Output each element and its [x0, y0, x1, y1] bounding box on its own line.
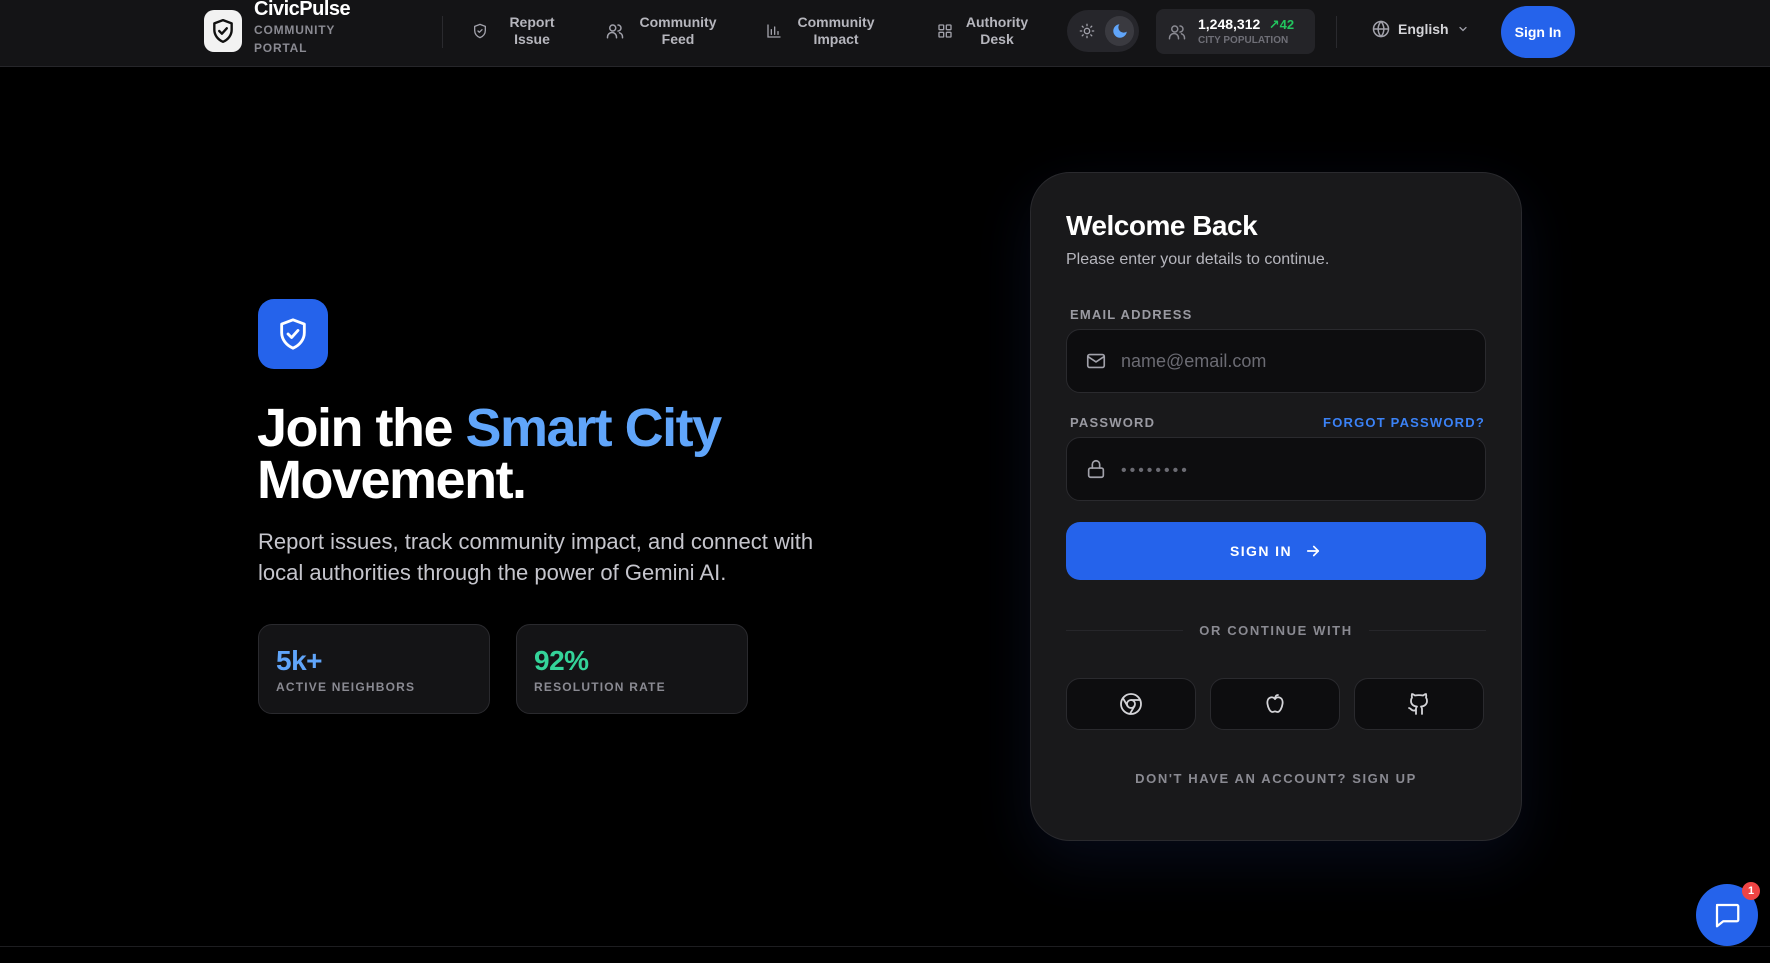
- stat-value: 92%: [534, 645, 589, 676]
- hero-shield-icon: [258, 299, 328, 369]
- hero-title-accent: Smart City: [465, 398, 723, 458]
- sun-icon[interactable]: [1072, 16, 1101, 46]
- nav-label: Report Issue: [509, 14, 555, 47]
- sign-in-label: SIGN IN: [1230, 543, 1292, 559]
- population-label: CITY POPULATION: [1198, 35, 1289, 46]
- nav-community-impact[interactable]: Community Impact: [766, 14, 878, 48]
- stat-label: RESOLUTION RATE: [534, 680, 666, 694]
- stat-label: ACTIVE NEIGHBORS: [276, 680, 416, 694]
- or-divider: OR CONTINUE WITH: [1066, 621, 1486, 639]
- password-label: PASSWORD: [1070, 415, 1156, 430]
- sign-in-nav-button[interactable]: Sign In: [1501, 6, 1575, 58]
- top-navbar: CivicPulse COMMUNITY PORTAL Report Issue…: [0, 0, 1770, 67]
- hero-title-prefix: Join the: [257, 398, 466, 458]
- email-field[interactable]: [1066, 329, 1486, 393]
- hero-description: Report issues, track community impact, a…: [258, 529, 814, 585]
- password-input[interactable]: [1121, 458, 1481, 480]
- theme-toggle[interactable]: [1067, 10, 1139, 52]
- email-label: EMAIL ADDRESS: [1070, 307, 1193, 322]
- nav-divider: [442, 16, 443, 48]
- login-card: Welcome Back Please enter your details t…: [1030, 172, 1522, 841]
- users-icon: [606, 24, 624, 39]
- chrome-login-button[interactable]: [1066, 678, 1196, 730]
- sign-up-link[interactable]: DON'T HAVE AN ACCOUNT? SIGN UP: [1031, 771, 1521, 786]
- sign-in-button[interactable]: SIGN IN: [1066, 522, 1486, 580]
- nav-label: Community Impact: [797, 14, 875, 47]
- hero-title: Join the Smart City Movement.: [257, 401, 877, 507]
- language-selector[interactable]: English: [1372, 20, 1469, 38]
- brand[interactable]: CivicPulse COMMUNITY PORTAL: [204, 0, 364, 62]
- chrome-icon: [1120, 693, 1142, 715]
- apple-icon: [1266, 694, 1284, 713]
- nav-label: Authority Desk: [965, 14, 1029, 47]
- shield-logo-icon: [204, 10, 242, 52]
- globe-icon: [1372, 20, 1390, 38]
- nav-community-feed[interactable]: Community Feed: [606, 14, 720, 48]
- forgot-password-link[interactable]: FORGOT PASSWORD?: [1323, 415, 1485, 430]
- population-value: 1,248,312: [1198, 16, 1261, 32]
- brand-subtitle: COMMUNITY PORTAL: [254, 23, 335, 55]
- nav-label: Community Feed: [639, 14, 717, 47]
- nav-report-issue[interactable]: Report Issue: [472, 14, 564, 48]
- password-field[interactable]: [1066, 437, 1486, 501]
- user-icon: [1168, 24, 1186, 39]
- login-title: Welcome Back: [1066, 210, 1258, 241]
- population-delta: ↗42: [1269, 17, 1294, 32]
- email-input[interactable]: [1121, 350, 1481, 372]
- bar-chart-icon: [767, 24, 781, 38]
- stat-value: 5k+: [276, 645, 323, 676]
- hero-title-suffix: Movement.: [257, 450, 527, 510]
- footer-divider: [0, 946, 1770, 947]
- chat-button[interactable]: 1: [1696, 882, 1760, 946]
- nav-divider: [1336, 16, 1337, 48]
- login-subtitle: Please enter your details to continue.: [1066, 251, 1330, 268]
- stat-card-resolution: 92% RESOLUTION RATE: [516, 624, 748, 714]
- population-delta-value: 42: [1279, 17, 1295, 32]
- grid-icon: [938, 24, 952, 38]
- stat-card-neighbors: 5k+ ACTIVE NEIGHBORS: [258, 624, 490, 714]
- brand-name: CivicPulse: [254, 0, 351, 20]
- lock-icon: [1087, 459, 1105, 479]
- shield-icon: [474, 23, 486, 39]
- chat-icon: [1715, 903, 1740, 928]
- mail-icon: [1086, 353, 1106, 369]
- github-icon: [1408, 693, 1428, 715]
- nav-authority-desk[interactable]: Authority Desk: [937, 14, 1029, 48]
- language-label: English: [1398, 21, 1449, 37]
- trend-up-icon: ↗: [1268, 17, 1280, 32]
- chevron-down-icon: [1458, 26, 1467, 32]
- apple-login-button[interactable]: [1210, 678, 1340, 730]
- chat-notification-badge: 1: [1742, 882, 1760, 900]
- or-divider-label: OR CONTINUE WITH: [1199, 622, 1353, 638]
- github-login-button[interactable]: [1354, 678, 1484, 730]
- moon-icon[interactable]: [1105, 16, 1134, 46]
- population-widget: 1,248,312 ↗42 CITY POPULATION: [1156, 9, 1315, 54]
- arrow-right-icon: [1306, 545, 1320, 557]
